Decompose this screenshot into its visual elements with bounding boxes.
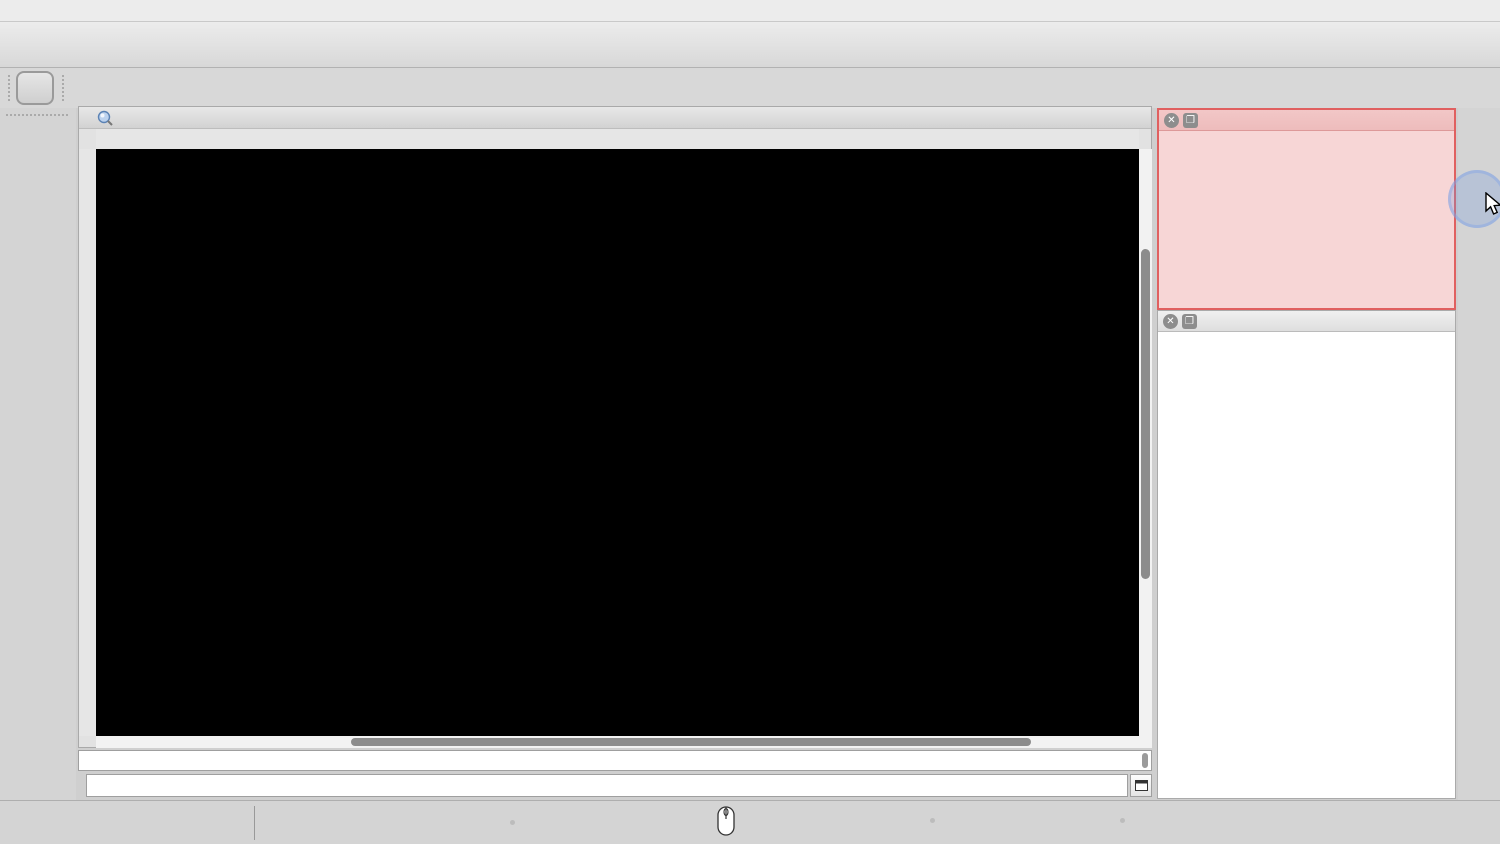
horizontal-scrollbar[interactable]	[96, 736, 1152, 748]
close-icon[interactable]: ✕	[1164, 113, 1179, 128]
horizontal-scrollbar-thumb[interactable]	[351, 738, 1031, 746]
detach-icon[interactable]: ❐	[1182, 314, 1197, 329]
vertical-scrollbar[interactable]	[1139, 149, 1152, 736]
selection-tool-button[interactable]	[16, 71, 54, 105]
detach-icon[interactable]: ❐	[1183, 113, 1198, 128]
menu-bar	[0, 0, 1500, 22]
command-input[interactable]	[86, 774, 1128, 797]
vertical-ruler	[79, 149, 96, 736]
toolbar-handle	[8, 75, 10, 101]
main-toolbar	[0, 22, 1500, 68]
layers-panel: ✕ ❐	[1157, 310, 1456, 799]
blocks-toolbar	[1159, 131, 1454, 157]
mouse-icon	[716, 806, 736, 839]
statusbar-dot	[510, 820, 515, 825]
layers-toolbar	[1158, 332, 1455, 358]
blocks-panel-title-bar[interactable]: ✕ ❐	[1159, 110, 1454, 131]
horizontal-ruler	[96, 129, 1139, 149]
command-row	[78, 773, 1152, 798]
command-options-button[interactable]	[1130, 774, 1152, 797]
command-history	[78, 750, 1152, 771]
layers-panel-title-bar[interactable]: ✕ ❐	[1158, 311, 1455, 332]
blocks-panel: ✕ ❐	[1157, 108, 1456, 310]
document-window	[78, 106, 1152, 748]
secondary-toolbar	[0, 68, 1500, 108]
document-title-bar[interactable]	[79, 107, 1151, 129]
tool-palette	[0, 108, 76, 800]
command-history-scrollbar[interactable]	[1142, 753, 1148, 768]
statusbar-divider	[254, 806, 255, 840]
zoom-app-icon	[97, 110, 113, 126]
close-icon[interactable]: ✕	[1163, 314, 1178, 329]
vertical-scrollbar-thumb[interactable]	[1141, 249, 1150, 579]
statusbar-dot	[930, 818, 935, 823]
toolbar-handle	[62, 75, 64, 101]
statusbar-dot	[1120, 818, 1125, 823]
status-bar	[0, 800, 1500, 844]
drawing-canvas[interactable]	[96, 149, 1139, 736]
mouse-cursor	[1484, 191, 1500, 223]
